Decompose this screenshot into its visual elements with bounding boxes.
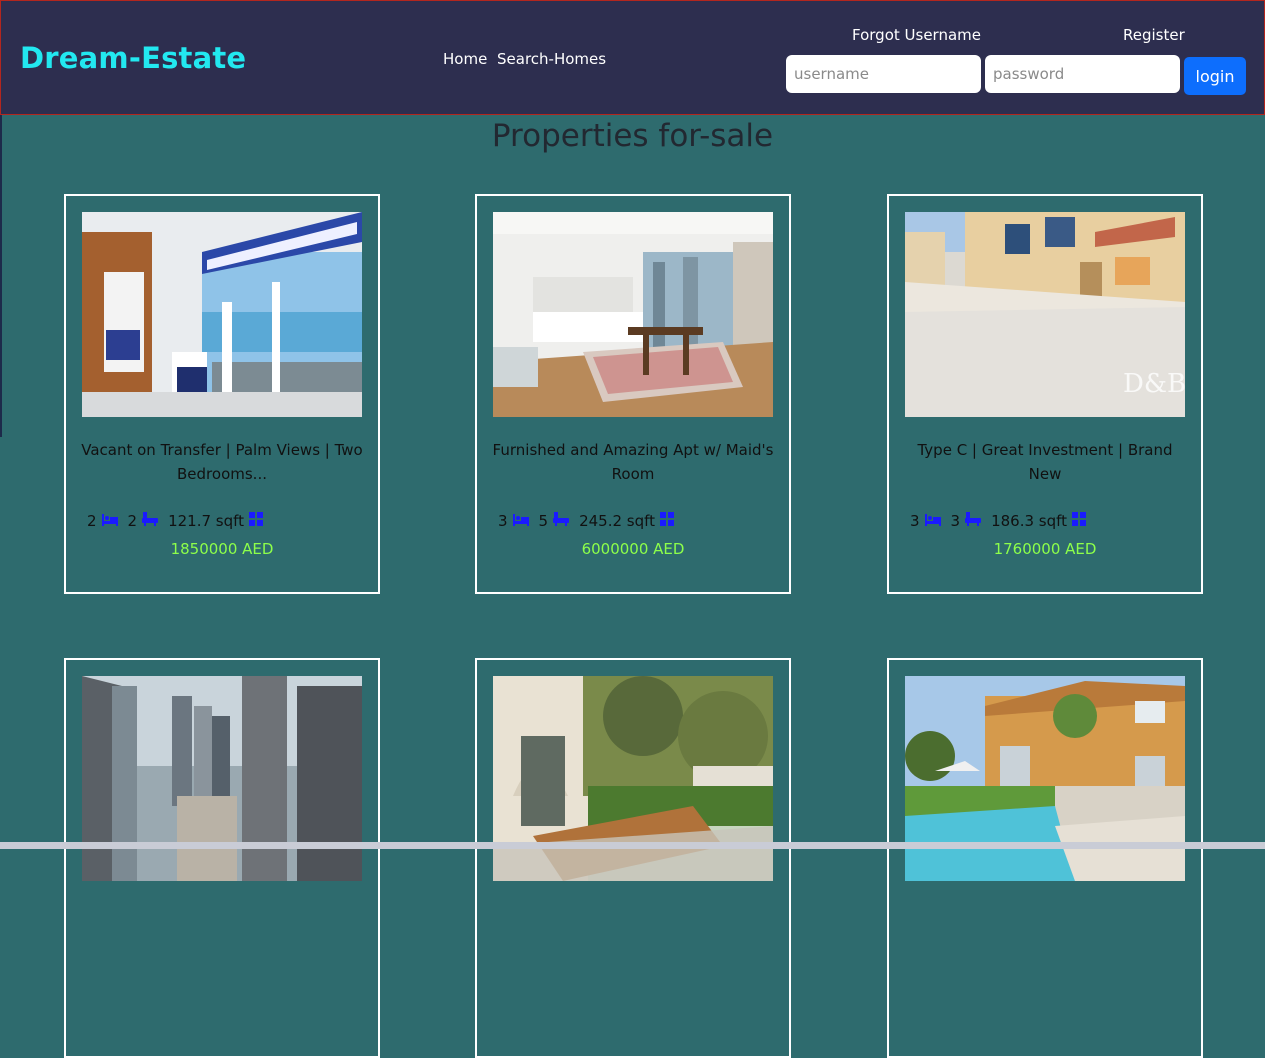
listing-price: 1760000 AED: [993, 540, 1097, 558]
area-value: 245.2 sqft: [579, 512, 656, 530]
listing-price: 6000000 AED: [581, 540, 685, 558]
listing-title[interactable]: Type C | Great Investment | Brand New: [899, 438, 1191, 486]
bed-icon: [924, 512, 941, 530]
area-grid-icon: [1072, 512, 1087, 530]
area-grid-icon: [660, 512, 675, 530]
beds-count: 3: [498, 512, 508, 530]
top-navbar: Dream-Estate Home Search-Homes Forgot Us…: [0, 0, 1265, 115]
password-input[interactable]: [985, 55, 1180, 93]
login-button[interactable]: login: [1184, 57, 1246, 95]
beds-count: 2: [87, 512, 97, 530]
bed-icon: [101, 512, 118, 530]
listing-title[interactable]: Vacant on Transfer | Palm Views | Two Be…: [76, 438, 368, 486]
listing-stats: 2 2 121.7 sqft: [87, 512, 273, 530]
listing-photo-open-plan-living[interactable]: [493, 212, 773, 417]
listing-card[interactable]: Vacant on Transfer | Palm Views | Two Be…: [64, 194, 380, 594]
brand-logo[interactable]: Dream-Estate: [20, 41, 246, 75]
listing-photo-skyline-towers[interactable]: [82, 676, 362, 881]
username-input[interactable]: [786, 55, 981, 93]
baths-count: 5: [538, 512, 549, 530]
baths-count: 3: [950, 512, 961, 530]
listing-card[interactable]: [64, 658, 380, 1058]
baths-count: 2: [127, 512, 138, 530]
listing-photo-bedroom-sea-view[interactable]: [82, 212, 362, 417]
register-link[interactable]: Register: [1123, 26, 1185, 44]
bath-icon: [965, 512, 982, 530]
bath-icon: [553, 512, 570, 530]
bed-icon: [512, 512, 529, 530]
area-value: 121.7 sqft: [168, 512, 245, 530]
listing-card[interactable]: [475, 658, 791, 1058]
listing-photo-villa-pool[interactable]: [905, 676, 1185, 881]
listing-price: 1850000 AED: [170, 540, 274, 558]
svg-text:D&B: D&B: [1123, 369, 1185, 399]
forgot-username-link[interactable]: Forgot Username: [852, 26, 981, 44]
page-title: Properties for-sale: [491, 118, 774, 154]
listing-photo-townhouse-courtyard[interactable]: D&B: [905, 212, 1185, 417]
listing-card[interactable]: Furnished and Amazing Apt w/ Maid's Room…: [475, 194, 791, 594]
beds-count: 3: [910, 512, 920, 530]
listing-stats: 3 3 186.3 sqft: [910, 512, 1096, 530]
area-value: 186.3 sqft: [991, 512, 1068, 530]
nav-home-link[interactable]: Home: [443, 50, 487, 68]
listing-card[interactable]: [887, 658, 1203, 1058]
listing-card[interactable]: D&B Type C | Great Investment | Brand Ne…: [887, 194, 1203, 594]
left-edge-stripe: [0, 115, 2, 437]
listing-photo-villa-garden-table[interactable]: [493, 676, 773, 881]
bath-icon: [142, 512, 159, 530]
area-grid-icon: [249, 512, 264, 530]
listing-title[interactable]: Furnished and Amazing Apt w/ Maid's Room: [487, 438, 779, 486]
nav-search-homes-link[interactable]: Search-Homes: [497, 50, 606, 68]
window-bottom-edge: [0, 842, 1265, 849]
listing-stats: 3 5 245.2 sqft: [498, 512, 684, 530]
